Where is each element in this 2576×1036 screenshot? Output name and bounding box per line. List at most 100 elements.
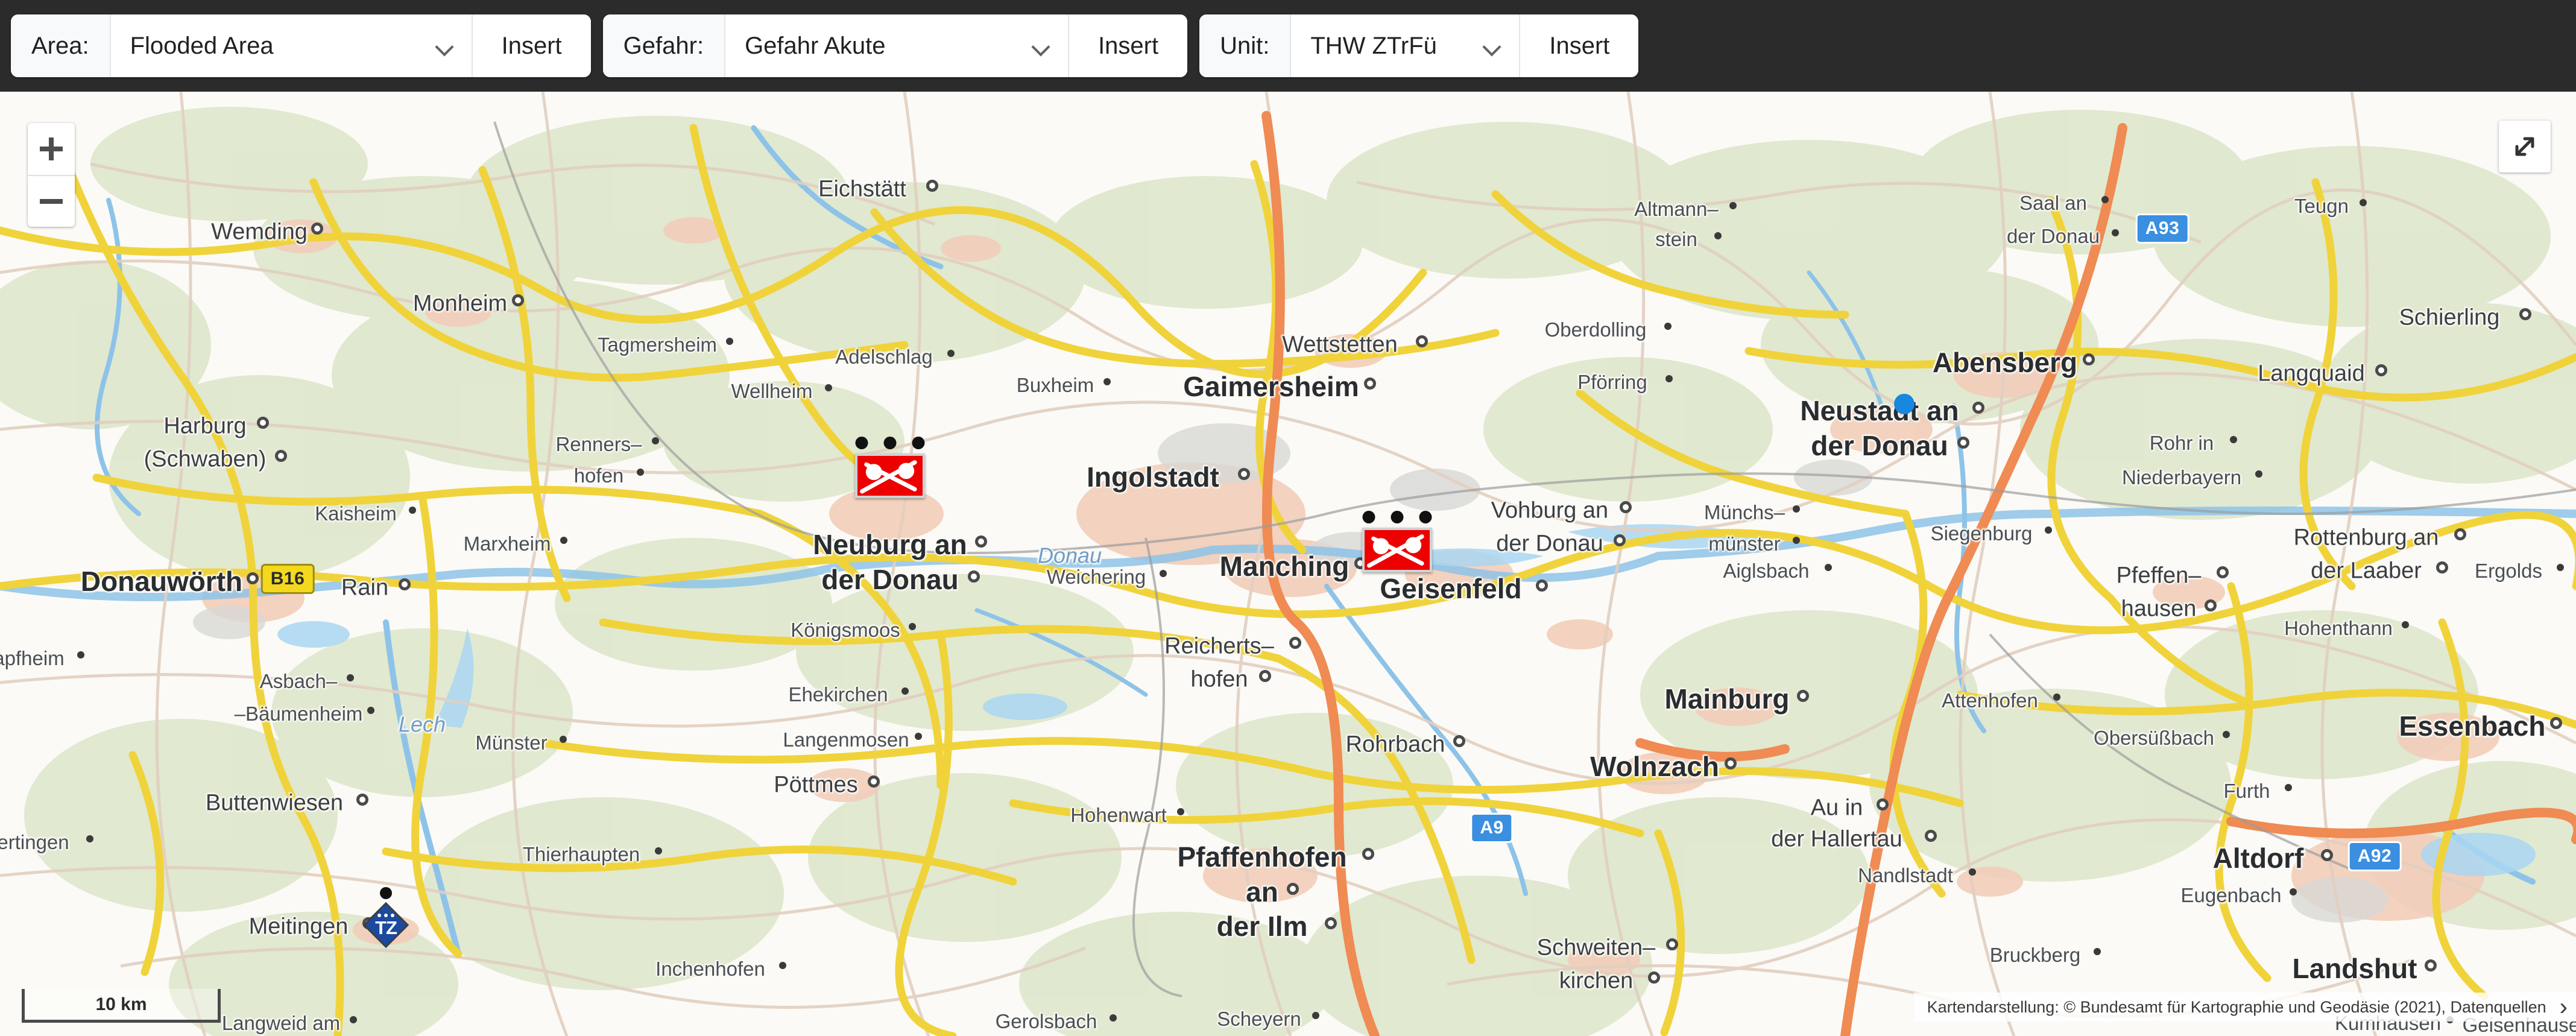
- map-settlement-dot: [636, 469, 644, 476]
- map-settlement-dot: [2556, 564, 2564, 571]
- map-settlement-dot: [275, 450, 287, 462]
- attribution-text: Kartendarstellung: © Bundesamt für Karto…: [1927, 997, 2546, 1016]
- map-settlement-dot: [2320, 849, 2333, 861]
- map-settlement-dot: [2436, 561, 2448, 573]
- map-settlement-dot: [901, 687, 909, 695]
- map-settlement-dot: [356, 794, 368, 806]
- crossed-tools-icon: [860, 460, 917, 494]
- map-settlement-dot: [1957, 437, 1969, 449]
- map-settlement-dot: [1877, 798, 1889, 810]
- map-settlement-dot: [1797, 690, 1809, 702]
- toolbar-group-unit: Unit: THW ZTrFü Insert: [1199, 14, 1639, 77]
- gefahr-select[interactable]: Gefahr Akute: [725, 14, 1070, 77]
- map-settlement-dot: [1972, 402, 1984, 414]
- fullscreen-button[interactable]: [2499, 121, 2551, 172]
- map-settlement-dot: [367, 707, 374, 714]
- map-settlement-dot: [2289, 888, 2297, 895]
- map-settlement-dot: [2454, 528, 2466, 540]
- map-settlement-dot: [1536, 580, 1548, 592]
- map-settlement-dot: [655, 847, 662, 854]
- area-insert-button[interactable]: Insert: [472, 14, 591, 77]
- gefahr-label: Gefahr:: [602, 14, 726, 77]
- map-settlement-dot: [2111, 229, 2119, 236]
- map-settlement-dot: [2045, 526, 2052, 534]
- map-settlement-dot: [399, 578, 411, 590]
- chevron-down-icon: [1032, 37, 1050, 55]
- map-settlement-dot: [1664, 323, 1672, 330]
- map-settlement-dot: [1969, 868, 1976, 876]
- map-settlement-dot: [1925, 830, 1937, 842]
- hazard-marker-geisenfeld[interactable]: [1362, 511, 1432, 572]
- map-settlement-dot: [1725, 757, 1737, 769]
- hazard-marker-neuburg[interactable]: [855, 437, 925, 498]
- map-settlement-dot: [1259, 670, 1271, 682]
- map-settlement-dot: [652, 437, 659, 444]
- map-settlement-dot: [1614, 534, 1626, 546]
- minus-icon: [40, 190, 63, 213]
- hazard-marker-strength-dots: [855, 437, 925, 449]
- map-settlement-dot: [77, 651, 84, 659]
- map-settlement-dot: [975, 535, 987, 548]
- map-settlement-dot: [1714, 232, 1722, 239]
- map-settlement-dot: [778, 962, 786, 969]
- unit-marker-anchor-dot: [380, 887, 392, 899]
- map-settlement-dot: [1453, 735, 1465, 747]
- map-editor-window: Area: Flooded Area Insert Gefahr: Gefahr…: [0, 0, 2576, 1036]
- map-settlement-dot: [1176, 808, 1184, 815]
- toolbar-group-gefahr: Gefahr: Gefahr Akute Insert: [602, 14, 1188, 77]
- area-select-value: Flooded Area: [130, 32, 274, 59]
- unit-select-value: THW ZTrFü: [1310, 32, 1437, 59]
- map-settlement-dot: [2519, 308, 2531, 320]
- plus-icon: [40, 137, 63, 160]
- map-settlement-dot: [1110, 1014, 1117, 1022]
- hazard-marker-box: [1362, 528, 1432, 572]
- map-settlement-dot: [349, 1016, 357, 1023]
- area-select[interactable]: Flooded Area: [110, 14, 473, 77]
- map-settlement-dot: [1363, 377, 1376, 390]
- attribution-expand-chevron-icon[interactable]: ›: [2560, 995, 2568, 1019]
- map-settlement-dot: [512, 294, 524, 306]
- unit-select[interactable]: THW ZTrFü: [1291, 14, 1521, 77]
- hazard-marker-box: [855, 453, 925, 498]
- map-settlement-dot: [1648, 971, 1660, 984]
- position-dot-icon[interactable]: [1894, 394, 1915, 414]
- map-settlement-dot: [2229, 436, 2237, 443]
- unit-marker-strength-dots: [377, 913, 394, 917]
- map-settlement-dot: [1238, 468, 1250, 480]
- map-settlement-dot: [560, 537, 567, 544]
- map-settlement-dot: [1289, 637, 1301, 649]
- map-settlement-dot: [967, 570, 980, 583]
- map-settlement-dot: [257, 417, 269, 429]
- highway-shield-a9: A9: [1470, 813, 1514, 843]
- map-settlement-dot: [1824, 564, 1832, 571]
- unit-marker-label-group: TZ: [364, 903, 408, 947]
- chevron-down-icon: [435, 37, 453, 55]
- map-settlement-dot: [1620, 501, 1632, 513]
- map-viewport[interactable]: Eichstätt Altmann– stein Saal an der Donau Te…: [0, 92, 2576, 1036]
- map-settlement-dot: [1792, 537, 1800, 544]
- map-settlement-dot: [247, 572, 259, 584]
- map-settlement-dot: [947, 350, 955, 357]
- map-settlement-dot: [1287, 883, 1299, 895]
- gefahr-insert-button[interactable]: Insert: [1069, 14, 1188, 77]
- map-settlement-dot: [1312, 1012, 1319, 1019]
- highway-shield-a93: A93: [2135, 213, 2189, 244]
- toolbar-group-area: Area: Flooded Area Insert: [11, 14, 591, 77]
- map-settlement-dot: [86, 835, 93, 842]
- zoom-in-button[interactable]: [28, 123, 75, 175]
- map-settlement-dot: [2284, 784, 2292, 791]
- map-settlement-dot: [559, 736, 567, 743]
- map-settlement-dot: [2082, 353, 2095, 365]
- unit-marker-thw-ztrfue[interactable]: TZ: [362, 887, 409, 949]
- map-settlement-dot: [2549, 717, 2562, 729]
- map-settlement-dot: [2255, 470, 2262, 478]
- map-settlement-dot: [346, 674, 354, 681]
- map-settlement-dot: [409, 507, 416, 514]
- expand-diagonal-icon: [2515, 137, 2534, 156]
- map-settlement-dot: [311, 223, 323, 235]
- zoom-controls: [28, 123, 75, 227]
- scale-bar: 10 km: [22, 989, 221, 1023]
- zoom-out-button[interactable]: [28, 175, 75, 227]
- unit-insert-button[interactable]: Insert: [1520, 14, 1639, 77]
- map-settlement-dot: [1103, 378, 1111, 385]
